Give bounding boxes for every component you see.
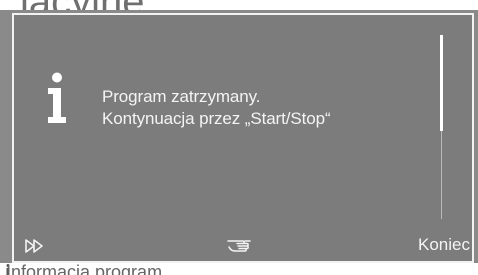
dialog-message: Program zatrzymany. Kontynuacja przez „S… [102, 86, 331, 130]
device-screen-photo: lacyjne Program zatrzymany. Kontynuacja … [0, 0, 478, 275]
footer-caption: Informacja program. [6, 262, 168, 275]
scrollbar-thumb[interactable] [440, 35, 443, 131]
bottom-toolbar: Koniec [0, 233, 478, 263]
message-line-2: Kontynuacja przez „Start/Stop“ [102, 109, 331, 128]
info-icon [48, 72, 66, 123]
end-button[interactable]: Koniec [418, 235, 470, 255]
message-line-1: Program zatrzymany. [102, 87, 261, 106]
display-panel: Program zatrzymany. Kontynuacja przez „S… [0, 10, 478, 263]
hand-pointer-icon[interactable] [227, 235, 253, 255]
fast-forward-icon[interactable] [24, 237, 46, 255]
message-dialog: Program zatrzymany. Kontynuacja przez „S… [12, 13, 474, 263]
